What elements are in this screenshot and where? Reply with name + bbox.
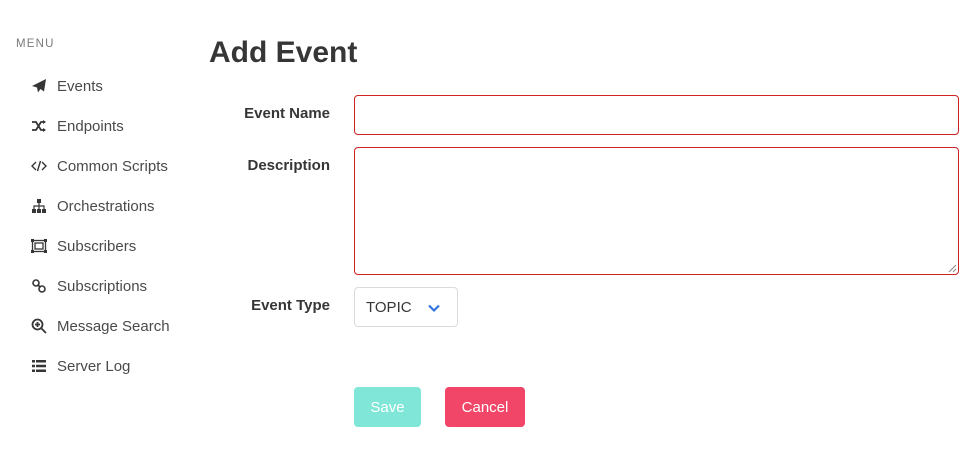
sidebar-item-label: Subscribers xyxy=(57,237,137,255)
sidebar-item-common-scripts[interactable]: Common Scripts xyxy=(30,154,168,178)
event-type-value: TOPIC xyxy=(366,298,412,316)
sidebar-item-events[interactable]: Events xyxy=(30,74,103,98)
description-label: Description xyxy=(247,157,330,174)
object-group-icon xyxy=(30,237,48,255)
list-icon xyxy=(30,357,48,375)
event-name-label: Event Name xyxy=(244,105,330,122)
sidebar-item-label: Common Scripts xyxy=(57,157,168,175)
paper-plane-icon xyxy=(30,77,48,95)
sidebar-item-message-search[interactable]: Message Search xyxy=(30,314,170,338)
code-icon xyxy=(30,157,48,175)
link-icon xyxy=(30,277,48,295)
sidebar-item-label: Endpoints xyxy=(57,117,124,135)
event-type-select[interactable]: TOPIC xyxy=(354,287,458,327)
sidebar: MENU Events Endpoints Common Scripts Orc… xyxy=(0,0,195,468)
sidebar-item-label: Orchestrations xyxy=(57,197,155,215)
chevron-down-icon xyxy=(428,304,440,313)
resize-grip-icon[interactable] xyxy=(947,263,957,273)
sidebar-item-subscriptions[interactable]: Subscriptions xyxy=(30,274,147,298)
description-wrapper xyxy=(354,147,959,275)
sidebar-item-server-log[interactable]: Server Log xyxy=(30,354,130,378)
sitemap-icon xyxy=(30,197,48,215)
description-textarea[interactable] xyxy=(354,147,959,275)
event-type-label: Event Type xyxy=(251,297,330,314)
sidebar-item-label: Events xyxy=(57,77,103,95)
sidebar-item-label: Message Search xyxy=(57,317,170,335)
page-title: Add Event xyxy=(209,36,358,69)
event-name-input[interactable] xyxy=(354,95,959,135)
sidebar-item-orchestrations[interactable]: Orchestrations xyxy=(30,194,155,218)
menu-label: MENU xyxy=(16,38,55,50)
sidebar-item-subscribers[interactable]: Subscribers xyxy=(30,234,136,258)
sidebar-item-endpoints[interactable]: Endpoints xyxy=(30,114,124,138)
cancel-button[interactable]: Cancel xyxy=(445,387,525,427)
save-button[interactable]: Save xyxy=(354,387,421,427)
sidebar-item-label: Server Log xyxy=(57,357,131,375)
search-plus-icon xyxy=(30,317,48,335)
sidebar-item-label: Subscriptions xyxy=(57,277,148,295)
random-icon xyxy=(30,117,48,135)
